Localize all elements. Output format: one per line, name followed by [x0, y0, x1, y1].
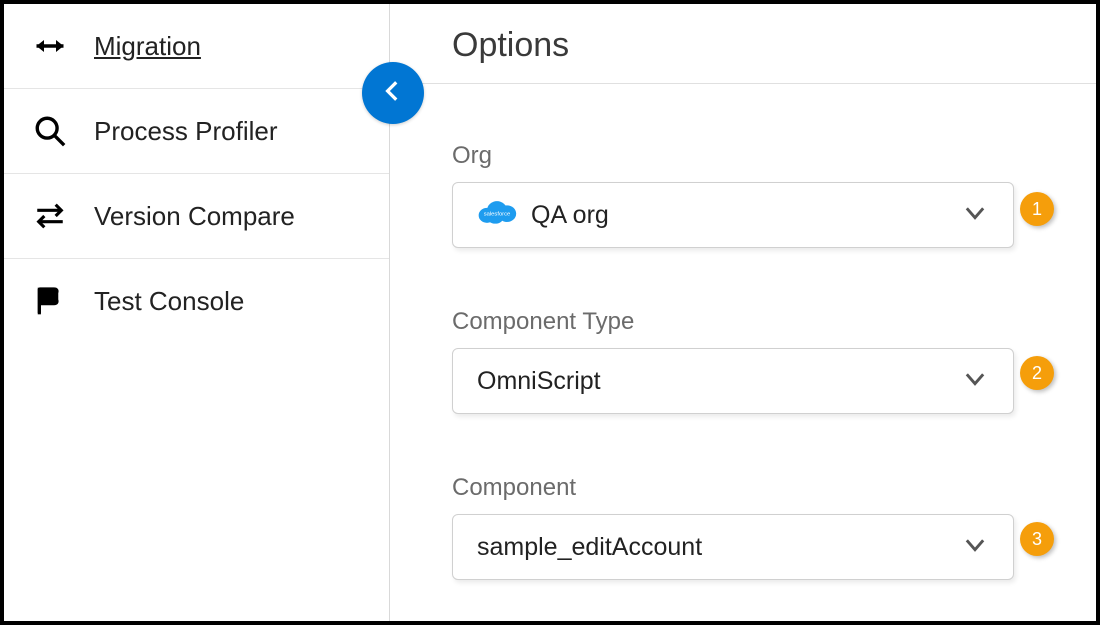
field-component: Component sample_editAccount 3 — [452, 474, 1052, 580]
sidebar-item-label: Version Compare — [94, 201, 295, 232]
sidebar-item-migration[interactable]: Migration — [4, 4, 389, 89]
annotation-badge-2: 2 — [1020, 356, 1054, 390]
sidebar-item-version-compare[interactable]: Version Compare — [4, 174, 389, 259]
swap-icon — [32, 198, 68, 234]
org-dropdown[interactable]: salesforce QA org — [452, 182, 1014, 248]
sidebar-item-label: Migration — [94, 31, 201, 62]
field-label-component-type: Component Type — [452, 308, 1052, 336]
component-dropdown[interactable]: sample_editAccount — [452, 514, 1014, 580]
annotation-badge-3: 3 — [1020, 522, 1054, 556]
sidebar-item-test-console[interactable]: Test Console — [4, 259, 389, 343]
divider — [390, 83, 1096, 84]
field-component-type: Component Type OmniScript 2 — [452, 308, 1052, 414]
page-title: Options — [452, 26, 1052, 65]
component-dropdown-value: sample_editAccount — [477, 533, 702, 562]
collapse-sidebar-button[interactable] — [362, 62, 424, 124]
field-label-org: Org — [452, 142, 1052, 170]
migration-icon — [32, 28, 68, 64]
flag-icon — [32, 283, 68, 319]
sidebar-item-label: Process Profiler — [94, 116, 278, 147]
field-org: Org salesforce QA org — [452, 142, 1052, 248]
search-icon — [32, 113, 68, 149]
sidebar-item-label: Test Console — [94, 286, 244, 317]
salesforce-cloud-icon: salesforce — [477, 198, 517, 233]
main-panel: Options Org salesforce QA org — [390, 4, 1096, 621]
field-label-component: Component — [452, 474, 1052, 502]
component-type-dropdown-value: OmniScript — [477, 367, 601, 396]
svg-text:salesforce: salesforce — [484, 211, 511, 217]
chevron-down-icon — [961, 365, 989, 398]
chevron-left-icon — [380, 78, 406, 109]
sidebar: Migration Process Profiler Version C — [4, 4, 390, 621]
chevron-down-icon — [961, 199, 989, 232]
app-frame: Migration Process Profiler Version C — [0, 0, 1100, 625]
annotation-badge-1: 1 — [1020, 192, 1054, 226]
component-type-dropdown[interactable]: OmniScript — [452, 348, 1014, 414]
org-dropdown-value: salesforce QA org — [477, 198, 609, 233]
chevron-down-icon — [961, 531, 989, 564]
sidebar-item-process-profiler[interactable]: Process Profiler — [4, 89, 389, 174]
